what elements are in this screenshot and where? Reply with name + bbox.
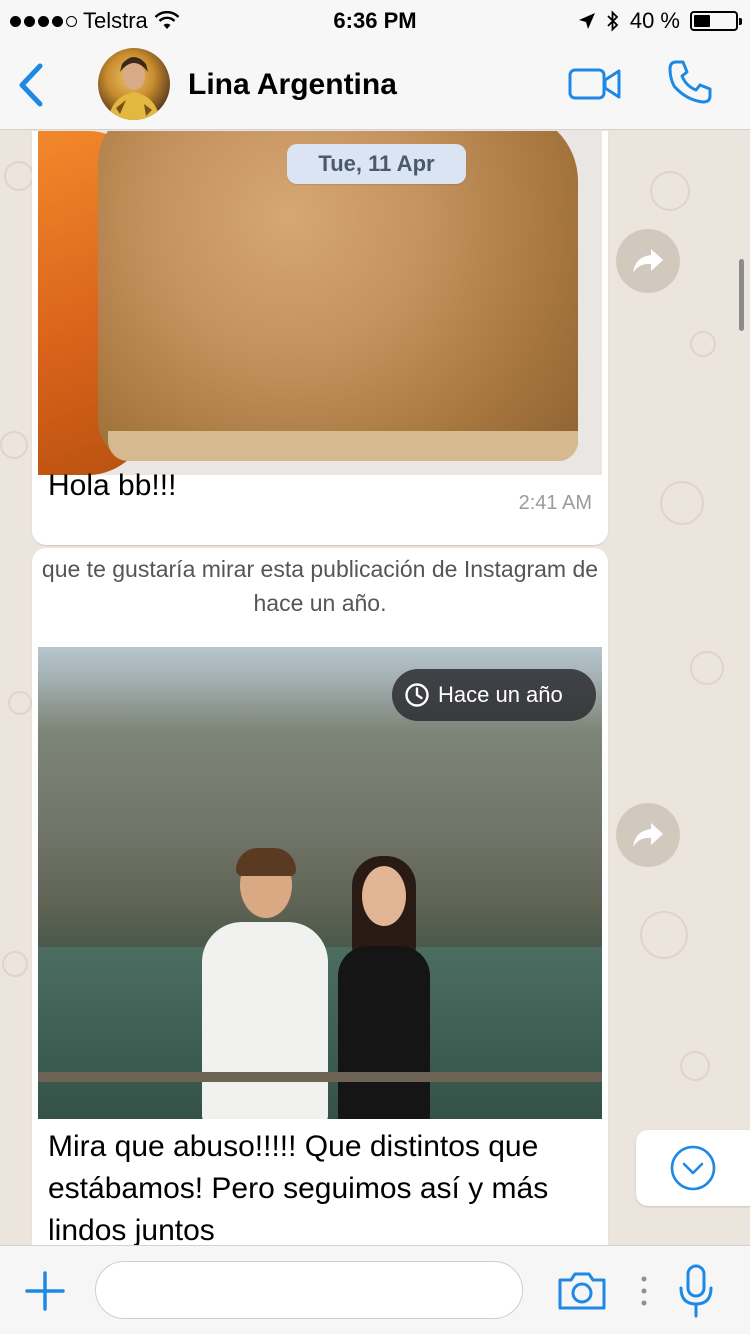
video-call-button[interactable] — [568, 66, 622, 102]
message-bubble-photo[interactable]: Hola bb!!! 2:41 AM — [32, 131, 608, 545]
location-arrow-icon — [578, 13, 595, 29]
battery-fill — [694, 15, 710, 27]
microphone-button[interactable] — [678, 1264, 714, 1318]
photo-pastry-base — [108, 431, 578, 461]
battery-icon — [690, 11, 742, 31]
avatar[interactable] — [98, 48, 170, 120]
scrollbar-thumb[interactable] — [739, 259, 744, 331]
wallpaper-doodle — [8, 691, 32, 715]
bluetooth-icon — [607, 10, 619, 32]
forward-icon — [633, 823, 663, 847]
forward-button[interactable] — [616, 803, 680, 867]
wallpaper-doodle — [680, 1051, 710, 1081]
date-separator: Tue, 11 Apr — [287, 144, 466, 184]
wallpaper-doodle — [4, 161, 34, 191]
photo-age-label: Hace un año — [438, 682, 563, 707]
wallpaper-doodle — [690, 651, 724, 685]
wallpaper-doodle — [690, 331, 716, 357]
wallpaper-doodle — [2, 951, 28, 977]
status-right: 40 % — [578, 8, 742, 34]
status-bar: Telstra 6:36 PM 40 % — [0, 0, 750, 40]
message-timestamp: 2:41 AM — [518, 492, 592, 514]
message-text: Hola bb!!! — [48, 469, 177, 502]
chevron-down-circle-icon — [670, 1145, 716, 1191]
clock-icon — [405, 683, 429, 707]
input-bar — [0, 1245, 750, 1334]
wallpaper-doodle — [650, 171, 690, 211]
message-text: Mira que abuso!!!!! Que distintos que es… — [48, 1130, 549, 1245]
forward-icon — [633, 249, 663, 273]
chat-area[interactable]: Hola bb!!! 2:41 AM Tue, 11 Apr que te gu… — [0, 131, 750, 1245]
message-bubble-instagram[interactable]: que te gustaría mirar esta publicación d… — [32, 548, 608, 1245]
wallpaper-doodle — [640, 911, 688, 959]
avatar-portrait — [108, 57, 160, 120]
chat-header: Lina Argentina — [0, 40, 750, 130]
wallpaper-doodle — [0, 431, 28, 459]
voice-call-button[interactable] — [666, 58, 714, 106]
photo-fence — [38, 1072, 602, 1082]
attach-plus-button[interactable] — [24, 1270, 66, 1312]
scroll-to-bottom-button[interactable] — [636, 1130, 750, 1206]
forward-button[interactable] — [616, 229, 680, 293]
back-button[interactable] — [14, 62, 50, 108]
more-dots-icon — [641, 1276, 647, 1306]
instagram-preview-text: que te gustaría mirar esta publicación d… — [41, 556, 599, 616]
contact-name[interactable]: Lina Argentina — [188, 68, 397, 102]
camera-button[interactable] — [556, 1270, 608, 1312]
battery-percent: 40 % — [629, 8, 680, 33]
photo-age-badge: Hace un año — [392, 669, 596, 721]
message-input[interactable] — [95, 1261, 523, 1319]
wallpaper-doodle — [660, 481, 704, 525]
